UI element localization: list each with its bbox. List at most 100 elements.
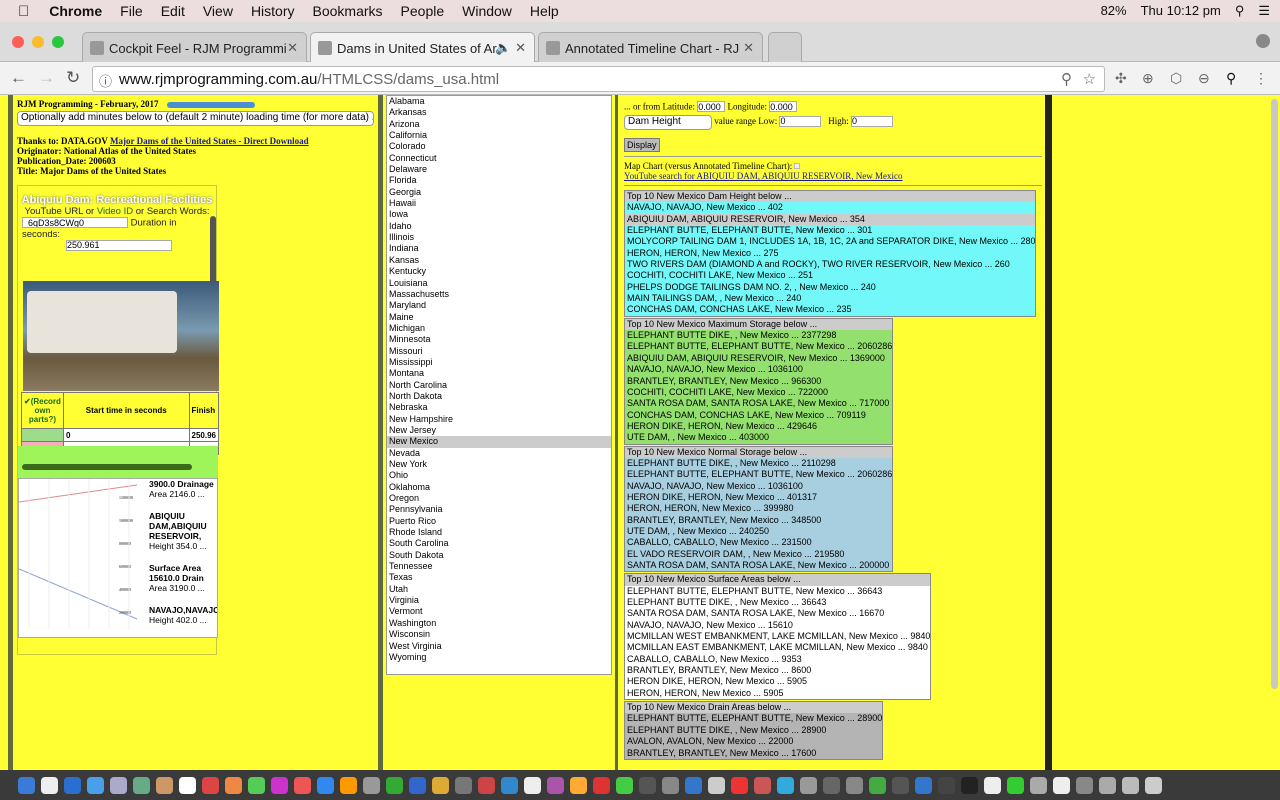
dock-app-icon[interactable] bbox=[800, 776, 817, 794]
dock-app-icon[interactable] bbox=[685, 776, 702, 794]
list-item[interactable]: HERON DIKE, HERON, New Mexico ... 401317 bbox=[625, 492, 892, 503]
annotated-timeline-chart[interactable]: 1200000 1000000 800000 600000 400000 200000 3… bbox=[18, 478, 218, 638]
state-option[interactable]: Delaware bbox=[387, 164, 611, 175]
list-item[interactable]: ELEPHANT BUTTE DIKE, , New Mexico ... 23… bbox=[625, 330, 892, 341]
dock-app-icon[interactable] bbox=[133, 776, 150, 794]
search-icon[interactable]: ⚲ bbox=[1235, 3, 1245, 19]
state-option[interactable]: Connecticut bbox=[387, 153, 611, 164]
tab-dams[interactable]: Dams in United States of Ar 🔈 ✕ bbox=[310, 32, 535, 62]
state-option[interactable]: Washington bbox=[387, 618, 611, 629]
state-option[interactable]: North Carolina bbox=[387, 380, 611, 391]
longitude-input[interactable] bbox=[769, 101, 798, 112]
dock-app-icon[interactable] bbox=[294, 776, 311, 794]
list-item[interactable]: ELEPHANT BUTTE DIKE, , New Mexico ... 36… bbox=[625, 597, 930, 608]
dock-app-icon[interactable] bbox=[1122, 776, 1139, 794]
list-item[interactable]: MCMILLAN EAST EMBANKMENT, LAKE MCMILLAN,… bbox=[625, 642, 930, 653]
dock-app-icon[interactable] bbox=[777, 776, 794, 794]
list-item[interactable]: ELEPHANT BUTTE, ELEPHANT BUTTE, New Mexi… bbox=[625, 713, 882, 724]
state-option[interactable]: Kentucky bbox=[387, 266, 611, 277]
state-option[interactable]: Ohio bbox=[387, 470, 611, 481]
list-item[interactable]: HERON, HERON, New Mexico ... 5905 bbox=[625, 688, 930, 699]
list-item[interactable]: UTE DAM, , New Mexico ... 403000 bbox=[625, 432, 892, 443]
menu-icon[interactable]: ⋮ bbox=[1254, 70, 1268, 87]
state-option[interactable]: Idaho bbox=[387, 221, 611, 232]
extension-icon[interactable]: ⊖ bbox=[1198, 70, 1210, 87]
dock-app-icon[interactable] bbox=[64, 776, 81, 794]
dock-app-icon[interactable] bbox=[1099, 776, 1116, 794]
dock-app-icon[interactable] bbox=[754, 776, 771, 794]
back-button[interactable]: ← bbox=[10, 68, 27, 88]
new-tab-button[interactable] bbox=[768, 32, 802, 62]
dock-app-icon[interactable] bbox=[317, 776, 334, 794]
list-item[interactable]: MAIN TAILINGS DAM, , New Mexico ... 240 bbox=[625, 293, 1035, 304]
reload-button[interactable]: ↻ bbox=[66, 68, 80, 88]
latitude-input[interactable] bbox=[697, 101, 726, 112]
state-option[interactable]: Puerto Rico bbox=[387, 516, 611, 527]
info-icon[interactable]: ⓘ bbox=[99, 71, 112, 90]
list-item[interactable]: UTE DAM, , New Mexico ... 240250 bbox=[625, 526, 892, 537]
state-option[interactable]: New Jersey bbox=[387, 425, 611, 436]
dock-app-icon[interactable] bbox=[110, 776, 127, 794]
high-input[interactable] bbox=[851, 115, 893, 127]
youtube-search-link[interactable]: YouTube search for ABIQUIU DAM, ABIQUIU … bbox=[624, 171, 903, 181]
dock-app-icon[interactable] bbox=[869, 776, 886, 794]
dock-app-icon[interactable] bbox=[179, 776, 196, 794]
state-option[interactable]: Maryland bbox=[387, 300, 611, 311]
list-item[interactable]: HERON DIKE, HERON, New Mexico ... 429646 bbox=[625, 421, 892, 432]
list-item[interactable]: NAVAJO, NAVAJO, New Mexico ... 402 bbox=[625, 202, 1035, 213]
state-option[interactable]: Nebraska bbox=[387, 402, 611, 413]
progress-slider[interactable] bbox=[22, 464, 192, 470]
list-item[interactable]: HERON DIKE, HERON, New Mexico ... 5905 bbox=[625, 676, 930, 687]
menu-app[interactable]: Chrome bbox=[49, 3, 102, 19]
menu-people[interactable]: People bbox=[401, 3, 445, 19]
state-option[interactable]: Mississippi bbox=[387, 357, 611, 368]
measure-select[interactable]: Dam Height bbox=[624, 115, 712, 130]
dock-app-icon[interactable] bbox=[708, 776, 725, 794]
list-item[interactable]: COCHITI, COCHITI LAKE, New Mexico ... 25… bbox=[625, 270, 1035, 281]
state-option[interactable]: Kansas bbox=[387, 255, 611, 266]
state-option[interactable]: Arkansas bbox=[387, 107, 611, 118]
list-item[interactable]: BRANTLEY, BRANTLEY, New Mexico ... 17600 bbox=[625, 748, 882, 759]
dock-app-icon[interactable] bbox=[271, 776, 288, 794]
dock-app-icon[interactable] bbox=[984, 776, 1001, 794]
dock-app-icon[interactable] bbox=[202, 776, 219, 794]
state-option[interactable]: Hawaii bbox=[387, 198, 611, 209]
list-item[interactable]: ELEPHANT BUTTE, ELEPHANT BUTTE, New Mexi… bbox=[625, 586, 930, 597]
state-option[interactable]: Pennsylvania bbox=[387, 504, 611, 515]
state-option[interactable]: Montana bbox=[387, 368, 611, 379]
dock-app-icon[interactable] bbox=[386, 776, 403, 794]
state-option[interactable]: Missouri bbox=[387, 346, 611, 357]
list-item[interactable]: ELEPHANT BUTTE DIKE, , New Mexico ... 21… bbox=[625, 458, 892, 469]
record-checkbox[interactable] bbox=[21, 428, 64, 442]
list-item[interactable]: ELEPHANT BUTTE, ELEPHANT BUTTE, New Mexi… bbox=[625, 225, 1035, 236]
state-option[interactable]: Michigan bbox=[387, 323, 611, 334]
top10-list[interactable]: Top 10 New Mexico Dam Height below ... NA… bbox=[624, 190, 1037, 317]
dock-app-icon[interactable] bbox=[1007, 776, 1024, 794]
dock-app-icon[interactable] bbox=[846, 776, 863, 794]
top10-list[interactable]: Top 10 New Mexico Drain Areas below ... E… bbox=[624, 701, 884, 760]
state-option[interactable]: Wyoming bbox=[387, 652, 611, 663]
page-scrollbar[interactable] bbox=[1271, 99, 1278, 689]
extension-icon[interactable]: ⬡ bbox=[1170, 70, 1182, 87]
dock-app-icon[interactable] bbox=[432, 776, 449, 794]
state-option[interactable]: Utah bbox=[387, 584, 611, 595]
state-option[interactable]: New Hampshire bbox=[387, 414, 611, 425]
list-item[interactable]: ELEPHANT BUTTE, ELEPHANT BUTTE, New Mexi… bbox=[625, 341, 892, 352]
profile-icon[interactable] bbox=[1256, 34, 1270, 48]
menu-view[interactable]: View bbox=[203, 3, 233, 19]
dock-app-icon[interactable] bbox=[363, 776, 380, 794]
duration-input[interactable] bbox=[66, 239, 172, 251]
state-option[interactable]: Indiana bbox=[387, 243, 611, 254]
state-option[interactable]: Minnesota bbox=[387, 334, 611, 345]
state-option[interactable]: Illinois bbox=[387, 232, 611, 243]
list-item[interactable]: ELEPHANT BUTTE, ELEPHANT BUTTE, New Mexi… bbox=[625, 469, 892, 480]
menu-edit[interactable]: Edit bbox=[161, 3, 185, 19]
dock-app-icon[interactable] bbox=[18, 776, 35, 794]
dock-app-icon[interactable] bbox=[593, 776, 610, 794]
state-option[interactable]: South Carolina bbox=[387, 538, 611, 549]
state-option[interactable]: Alabama bbox=[387, 96, 611, 107]
list-item[interactable]: SANTA ROSA DAM, SANTA ROSA LAKE, New Mex… bbox=[625, 398, 892, 409]
menu-window[interactable]: Window bbox=[462, 3, 512, 19]
state-option[interactable]: New York bbox=[387, 459, 611, 470]
state-option[interactable]: Colorado bbox=[387, 141, 611, 152]
